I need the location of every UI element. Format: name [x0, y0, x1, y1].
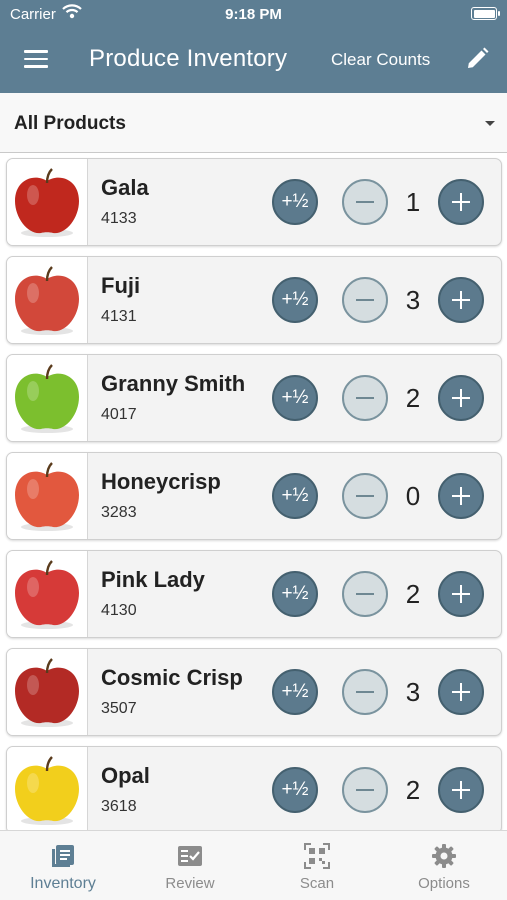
tab-options[interactable]: Options: [381, 831, 507, 900]
product-plu: 3618: [101, 798, 137, 815]
product-name: Honeycrisp: [101, 469, 221, 494]
review-check-icon: [178, 846, 202, 866]
product-count: 2: [405, 383, 421, 413]
product-count: 1: [405, 187, 421, 217]
app-header: Carrier 9:18 PM Produce Inventory Clear …: [0, 0, 507, 93]
hamburger-menu-icon[interactable]: [24, 50, 48, 68]
increment-button[interactable]: [438, 179, 484, 225]
tab-bar: Inventory Review Scan Options: [0, 830, 507, 900]
increment-button[interactable]: [438, 669, 484, 715]
tab-review[interactable]: Review: [127, 831, 253, 900]
add-half-button[interactable]: +½: [272, 571, 318, 617]
inventory-book-icon: [52, 845, 74, 867]
product-row[interactable]: Honeycrisp 3283 +½ 0: [6, 452, 502, 540]
product-row[interactable]: Fuji 4131 +½ 3: [6, 256, 502, 344]
product-photo: [7, 257, 88, 343]
battery-icon: [471, 7, 500, 20]
product-count: 3: [405, 677, 421, 707]
product-row[interactable]: Cosmic Crisp 3507 +½ 3: [6, 648, 502, 736]
product-photo: [7, 355, 88, 441]
add-half-button[interactable]: +½: [272, 277, 318, 323]
clear-counts-button[interactable]: Clear Counts: [331, 50, 430, 70]
product-list[interactable]: Gala 4133 +½ 1 Fuji 4131 +½ 3 Granny Smith 4017 +½…: [0, 153, 507, 830]
clock-time: 9:18 PM: [225, 6, 282, 23]
product-photo: [7, 551, 88, 637]
product-photo: [7, 159, 88, 245]
decrement-button[interactable]: [342, 571, 388, 617]
product-row[interactable]: Pink Lady 4130 +½ 2: [6, 550, 502, 638]
filter-selected-value: All Products: [14, 113, 126, 134]
product-count: 0: [405, 481, 421, 511]
page-title: Produce Inventory: [89, 45, 288, 72]
status-bar: Carrier 9:18 PM: [0, 0, 507, 28]
qr-scan-icon: [304, 843, 330, 869]
add-half-button[interactable]: +½: [272, 767, 318, 813]
tab-inventory[interactable]: Inventory: [0, 831, 126, 900]
tab-label: Inventory: [30, 875, 96, 892]
decrement-button[interactable]: [342, 277, 388, 323]
decrement-button[interactable]: [342, 669, 388, 715]
product-count: 2: [405, 775, 421, 805]
increment-button[interactable]: [438, 473, 484, 519]
product-name: Opal: [101, 763, 150, 788]
tab-label: Scan: [299, 875, 335, 892]
product-name: Granny Smith: [101, 371, 246, 396]
product-name: Cosmic Crisp: [101, 665, 243, 690]
increment-button[interactable]: [438, 767, 484, 813]
product-row[interactable]: Granny Smith 4017 +½ 2: [6, 354, 502, 442]
add-half-button[interactable]: +½: [272, 375, 318, 421]
decrement-button[interactable]: [342, 375, 388, 421]
tab-label: Review: [165, 875, 215, 892]
increment-button[interactable]: [438, 571, 484, 617]
increment-button[interactable]: [438, 375, 484, 421]
product-plu: 3283: [101, 504, 137, 521]
product-row[interactable]: Gala 4133 +½ 1: [6, 158, 502, 246]
pencil-icon[interactable]: [464, 46, 490, 72]
product-plu: 4130: [101, 602, 137, 619]
decrement-button[interactable]: [342, 179, 388, 225]
product-plu: 4133: [101, 210, 137, 227]
product-photo: [7, 649, 88, 735]
product-filter-dropdown[interactable]: All Products: [0, 93, 507, 153]
product-name: Pink Lady: [101, 567, 205, 592]
tab-scan[interactable]: Scan: [254, 831, 380, 900]
product-plu: 4131: [101, 308, 137, 325]
add-half-button[interactable]: +½: [272, 179, 318, 225]
increment-button[interactable]: [438, 277, 484, 323]
product-count: 3: [405, 285, 421, 315]
product-name: Fuji: [101, 273, 141, 298]
product-plu: 4017: [101, 406, 137, 423]
product-plu: 3507: [101, 700, 137, 717]
product-row[interactable]: Opal 3618 +½ 2: [6, 746, 502, 830]
decrement-button[interactable]: [342, 473, 388, 519]
tab-label: Options: [418, 875, 470, 892]
product-photo: [7, 453, 88, 539]
gear-icon: [432, 844, 456, 868]
product-photo: [7, 747, 88, 830]
decrement-button[interactable]: [342, 767, 388, 813]
add-half-button[interactable]: +½: [272, 669, 318, 715]
add-half-button[interactable]: +½: [272, 473, 318, 519]
dropdown-caret-icon: [485, 121, 495, 126]
product-count: 2: [405, 579, 421, 609]
product-name: Gala: [101, 175, 149, 200]
